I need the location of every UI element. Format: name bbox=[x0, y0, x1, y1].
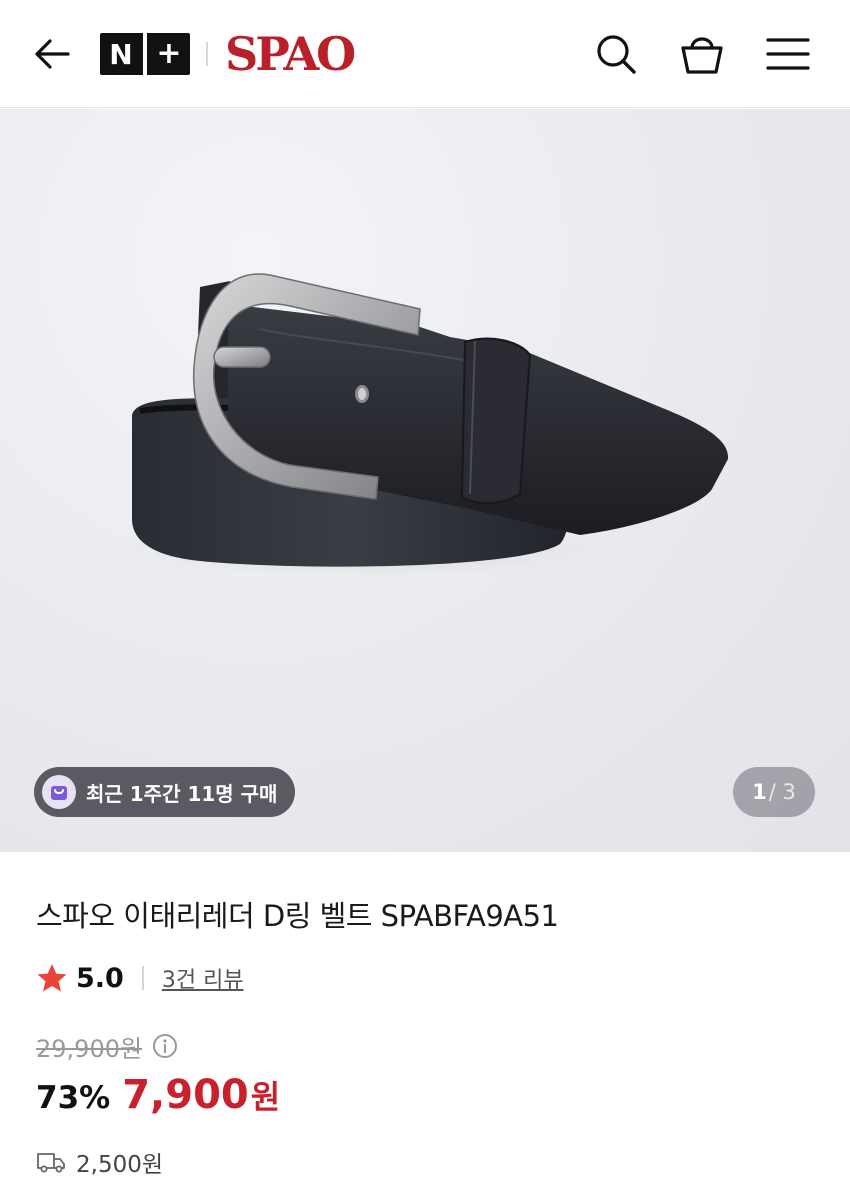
original-price-row: 29,900원 bbox=[36, 1028, 178, 1064]
logo-divider bbox=[206, 42, 208, 66]
nplus-logo[interactable]: N + bbox=[100, 33, 190, 75]
hamburger-menu-icon bbox=[766, 38, 810, 70]
recent-purchase-text: 최근 1주간 11명 구매 bbox=[86, 781, 278, 806]
product-title: 스파오 이태리레더 D링 벨트 SPABFA9A51 bbox=[36, 899, 559, 933]
shipping-row: 2,500원 bbox=[36, 1144, 163, 1180]
arrow-left-icon bbox=[35, 39, 70, 69]
original-price: 29,900원 bbox=[36, 1034, 143, 1063]
product-image-gallery[interactable]: 최근 1주간 11명 구매 1 / 3 bbox=[0, 109, 850, 852]
nplus-n: N bbox=[109, 37, 133, 71]
rating-value: 5.0 bbox=[76, 962, 124, 994]
shipping-fee: 2,500원 bbox=[76, 1152, 164, 1178]
nplus-plus: + bbox=[156, 36, 182, 71]
cart-button[interactable] bbox=[676, 28, 728, 80]
sale-price: 7,900 bbox=[122, 1072, 249, 1118]
rating-divider bbox=[141, 966, 144, 990]
top-header: N + SPAO bbox=[0, 0, 850, 108]
review-count-link[interactable]: 3건 리뷰 bbox=[162, 962, 244, 994]
search-button[interactable] bbox=[590, 28, 642, 80]
pager-total: / 3 bbox=[768, 780, 796, 804]
recent-purchase-badge: 최근 1주간 11명 구매 bbox=[34, 767, 296, 817]
search-icon bbox=[597, 35, 636, 74]
info-icon[interactable] bbox=[152, 1033, 178, 1059]
shopping-bag-badge-icon bbox=[42, 775, 76, 809]
product-image-belt bbox=[100, 273, 729, 579]
delivery-truck-icon bbox=[37, 1153, 65, 1173]
sale-price-row: 73% 7,900 원 bbox=[36, 1072, 280, 1124]
brand-logo[interactable]: SPAO bbox=[225, 24, 356, 84]
menu-button[interactable] bbox=[762, 28, 814, 80]
sale-price-unit: 원 bbox=[250, 1078, 281, 1116]
pager-current: 1 bbox=[752, 780, 767, 804]
rating-row: 5.0 3건 리뷰 bbox=[36, 958, 244, 998]
back-button[interactable] bbox=[28, 30, 76, 78]
image-pager: 1 / 3 bbox=[733, 767, 815, 817]
discount-rate: 73% bbox=[36, 1080, 111, 1116]
shopping-bag-icon bbox=[681, 37, 723, 74]
star-icon bbox=[37, 964, 67, 992]
